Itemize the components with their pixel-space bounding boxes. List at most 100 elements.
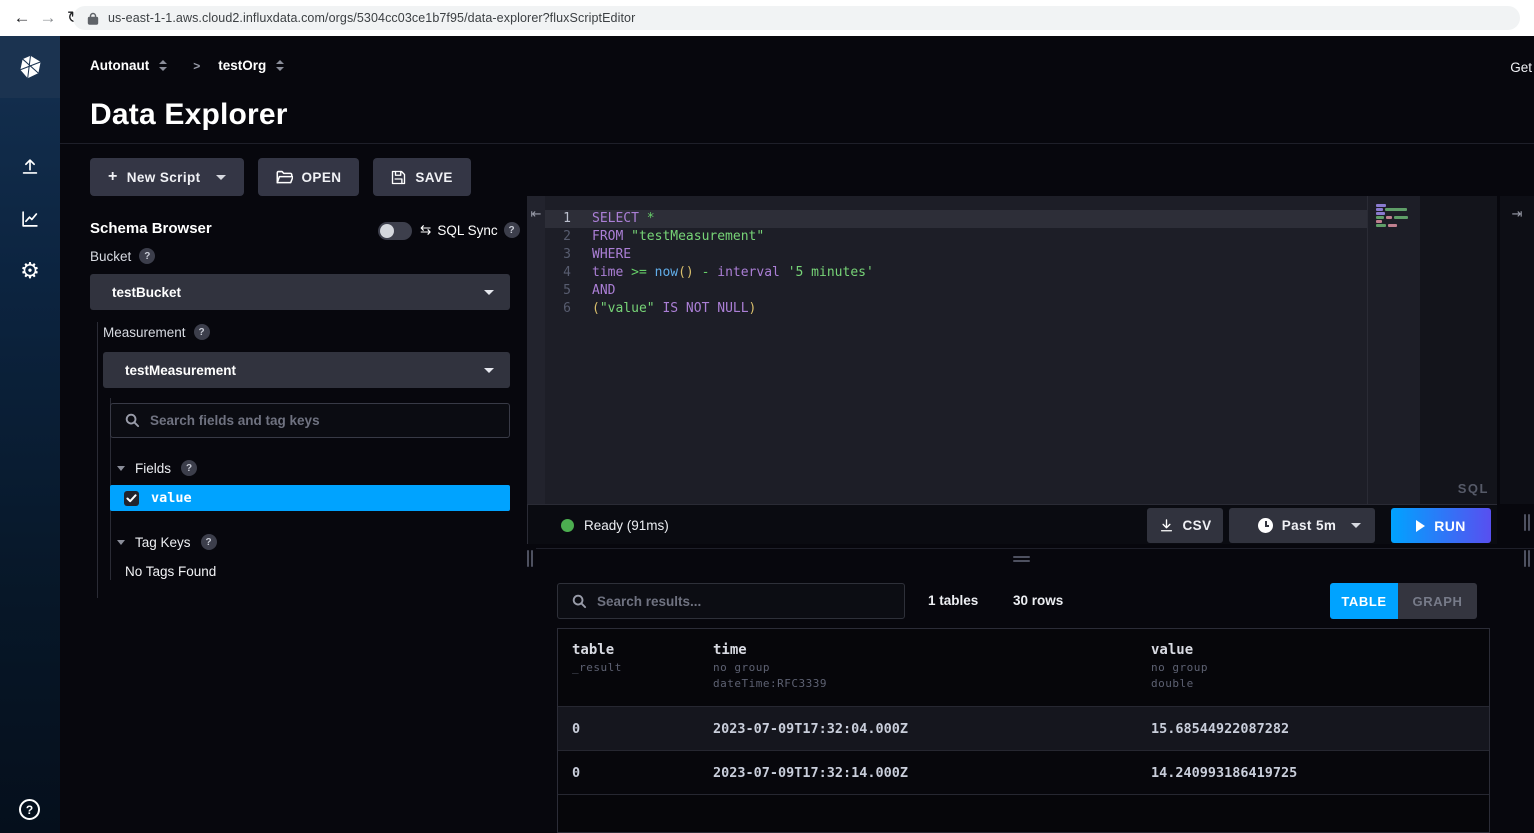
measurement-label: Measurement ? <box>103 324 210 340</box>
code-line[interactable]: 6("value" IS NOT NULL) <box>545 300 1367 318</box>
tab-table[interactable]: TABLE <box>1330 583 1398 619</box>
sql-sync-label: ⇆ SQL Sync ? <box>420 222 520 238</box>
fields-help-icon[interactable]: ? <box>181 460 197 476</box>
tag-keys-help-icon[interactable]: ? <box>201 534 217 550</box>
collapse-triangle-icon <box>117 540 125 545</box>
settings-gear-icon[interactable]: ⚙ <box>0 245 60 297</box>
search-icon <box>125 413 140 428</box>
fields-section-header[interactable]: Fields ? <box>117 460 197 476</box>
collapse-left-icon[interactable]: ⇤ <box>527 206 545 222</box>
open-button[interactable]: OPEN <box>258 158 360 196</box>
editor-left-rail <box>527 196 545 504</box>
get-started-link[interactable]: Get <box>1510 60 1532 75</box>
data-explorer-icon[interactable] <box>0 193 60 245</box>
left-resize-handle[interactable] <box>527 550 533 567</box>
horizontal-resize-handle[interactable] <box>1013 556 1030 562</box>
search-icon <box>572 594 587 609</box>
download-icon <box>1159 518 1174 533</box>
right-panel-resize-handle[interactable] <box>1524 514 1530 531</box>
upload-icon[interactable] <box>0 141 60 193</box>
script-toolbar: + New Script OPEN SAVE <box>90 158 471 196</box>
forward-icon[interactable]: → <box>35 8 61 28</box>
sql-sync-toggle[interactable] <box>378 222 412 240</box>
code-line[interactable]: 4time >= now() - interval '5 minutes' <box>545 264 1367 282</box>
editor-right-margin: SQL <box>1420 196 1497 504</box>
run-query-button[interactable]: RUN <box>1391 508 1491 543</box>
code-line[interactable]: 1SELECT * <box>545 210 1367 228</box>
nav-sidebar: ⚙ ? <box>0 36 60 833</box>
url-bar[interactable]: us-east-1-1.aws.cloud2.influxdata.com/or… <box>73 6 1520 30</box>
rows-count: 30 rows <box>1013 593 1063 608</box>
schema-search-input[interactable] <box>150 413 457 428</box>
sub-org-switcher-icon[interactable] <box>276 60 284 71</box>
chevron-down-icon <box>216 175 226 180</box>
schema-browser-title: Schema Browser <box>90 220 212 237</box>
column-header: table_result <box>572 642 713 706</box>
toggle-knob <box>380 224 394 238</box>
chevron-down-icon <box>1351 523 1361 528</box>
results-search-input[interactable] <box>597 594 863 609</box>
collapse-triangle-icon <box>117 466 125 471</box>
code-line[interactable]: 5AND <box>545 282 1367 300</box>
code-line[interactable]: 3WHERE <box>545 246 1367 264</box>
play-icon <box>1416 520 1425 532</box>
tag-keys-section-header[interactable]: Tag Keys ? <box>117 534 217 550</box>
table-row: 02023-07-09T17:32:14.000Z14.240993186419… <box>558 751 1489 795</box>
chevron-down-icon <box>484 368 494 373</box>
breadcrumb: Autonaut > testOrg <box>90 58 292 73</box>
sql-editor[interactable]: 1SELECT *2FROM "testMeasurement"3WHERE4t… <box>545 196 1367 504</box>
save-icon <box>391 170 406 185</box>
bucket-help-icon[interactable]: ? <box>139 248 155 264</box>
results-table-body: 02023-07-09T17:32:04.000Z15.685449220872… <box>558 707 1489 795</box>
field-item-value[interactable]: value <box>110 485 510 511</box>
screen: ← → ↻ us-east-1-1.aws.cloud2.influxdata.… <box>0 0 1534 833</box>
expand-right-panel-icon[interactable]: ⇥ <box>1500 206 1534 222</box>
page-title: Data Explorer <box>90 98 288 132</box>
query-status-text: Ready (91ms) <box>584 518 669 533</box>
new-script-button[interactable]: + New Script <box>90 158 244 196</box>
url-text: us-east-1-1.aws.cloud2.influxdata.com/or… <box>108 11 635 25</box>
lock-icon <box>87 12 99 25</box>
measurement-help-icon[interactable]: ? <box>194 324 210 340</box>
code-line[interactable]: 2FROM "testMeasurement" <box>545 228 1367 246</box>
table-cell: 2023-07-09T17:32:14.000Z <box>713 765 1151 781</box>
check-icon <box>126 494 137 503</box>
plus-icon: + <box>108 168 118 186</box>
measurement-dropdown[interactable]: testMeasurement <box>103 352 510 388</box>
back-icon[interactable]: ← <box>9 8 35 28</box>
pane-divider <box>536 548 1534 549</box>
schema-search <box>110 403 510 438</box>
field-name: value <box>151 490 192 506</box>
table-cell: 15.68544922087282 <box>1151 721 1489 737</box>
editor-minimap[interactable] <box>1367 196 1420 504</box>
browser-bar: ← → ↻ us-east-1-1.aws.cloud2.influxdata.… <box>0 0 1534 36</box>
editor-results-pane: ⇤ 1SELECT *2FROM "testMeasurement"3WHERE… <box>524 196 1534 833</box>
bucket-dropdown[interactable]: testBucket <box>90 274 510 310</box>
time-range-dropdown[interactable]: Past 5m <box>1229 508 1375 543</box>
breadcrumb-org[interactable]: Autonaut <box>90 58 149 73</box>
right-resize-handle[interactable] <box>1524 550 1530 567</box>
view-toggle: TABLE GRAPH <box>1330 583 1477 619</box>
checkbox-checked[interactable] <box>124 491 139 506</box>
results-table-header: table_resulttimeno groupdateTime:RFC3339… <box>558 629 1489 707</box>
tab-graph[interactable]: GRAPH <box>1398 583 1477 619</box>
chevron-down-icon <box>484 290 494 295</box>
no-tags-message: No Tags Found <box>125 564 216 579</box>
influxdb-logo[interactable] <box>0 36 60 98</box>
bucket-label: Bucket ? <box>90 248 155 264</box>
save-button[interactable]: SAVE <box>373 158 470 196</box>
table-cell: 0 <box>572 765 713 781</box>
collapsed-side-panel <box>1500 196 1534 504</box>
folder-icon <box>276 170 293 185</box>
status-dot-icon <box>561 519 574 532</box>
measurement-indent-line <box>97 322 98 598</box>
org-switcher-icon[interactable] <box>159 60 167 71</box>
table-cell: 0 <box>572 721 713 737</box>
help-icon[interactable]: ? <box>19 799 40 820</box>
csv-download-button[interactable]: CSV <box>1147 508 1223 543</box>
breadcrumb-separator: > <box>193 59 200 73</box>
sql-sync-help-icon[interactable]: ? <box>504 222 520 238</box>
language-badge: SQL <box>1458 481 1489 496</box>
breadcrumb-sub-org[interactable]: testOrg <box>218 58 266 73</box>
clock-icon <box>1258 518 1273 533</box>
